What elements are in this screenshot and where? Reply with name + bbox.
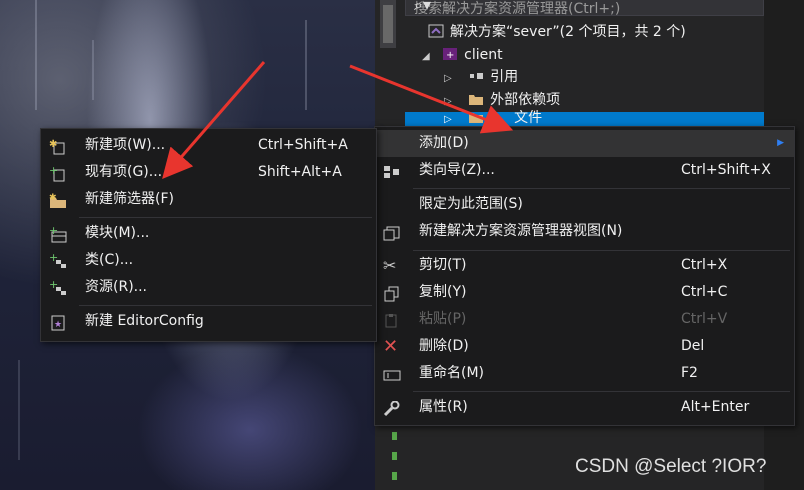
- annotation-arrow: [162, 61, 266, 180]
- watermark: CSDN @Select ?IOR?: [575, 456, 767, 477]
- annotation-arrows: [162, 61, 514, 180]
- annotation-arrow: [349, 64, 514, 134]
